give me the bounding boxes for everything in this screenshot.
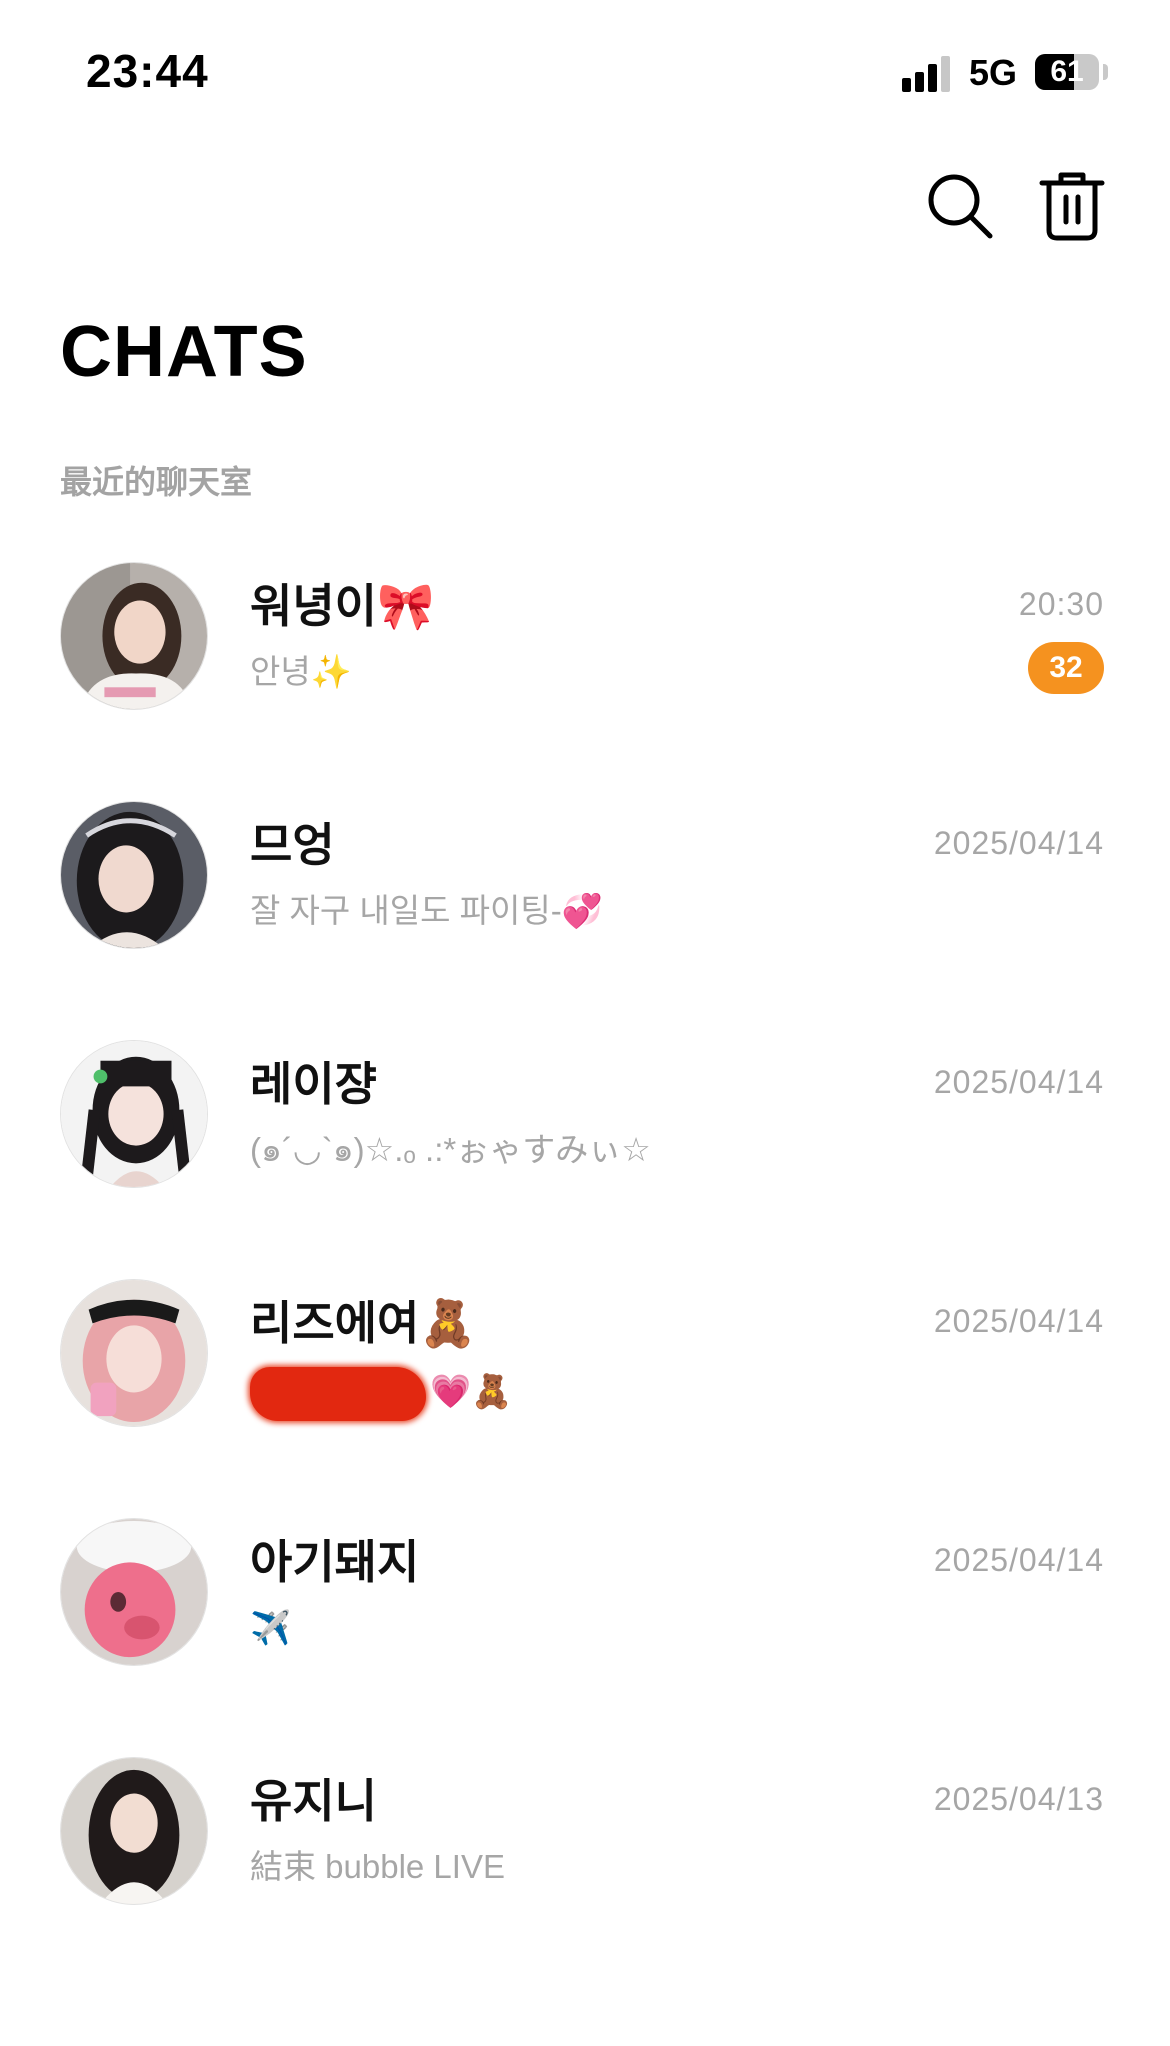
unread-badge: 32 xyxy=(1028,642,1104,694)
chat-row[interactable]: 아기돼지 ✈️ 2025/04/14 xyxy=(0,1508,1170,1747)
chat-name: 므엉 xyxy=(250,819,335,871)
chat-row[interactable]: 므엉 잘 자구 내일도 파이팅-💞 2025/04/14 xyxy=(0,791,1170,1030)
delete-button[interactable] xyxy=(1034,168,1110,244)
avatar xyxy=(60,801,208,949)
search-button[interactable] xyxy=(922,168,998,244)
chat-name: 레이쟝 xyxy=(250,1058,377,1110)
chat-preview: 💗🧸 xyxy=(250,1367,512,1421)
signal-strength-icon xyxy=(902,54,952,92)
chat-name: 아기돼지 xyxy=(250,1536,420,1588)
chat-preview: ✈️ xyxy=(250,1609,292,1646)
chat-row[interactable]: 리즈에여🧸 💗🧸 2025/04/14 xyxy=(0,1269,1170,1508)
page-title: CHATS xyxy=(60,312,308,392)
status-time: 23:44 xyxy=(86,45,209,97)
avatar xyxy=(60,1518,208,1666)
chat-list: 워녕이🎀 안녕✨ 20:30 32 므엉 잘 자구 내일도 파이팅-💞 2025… xyxy=(0,552,1170,1986)
trash-icon xyxy=(1039,172,1105,241)
section-label-recent: 最近的聊天室 xyxy=(60,464,253,500)
avatar xyxy=(60,562,208,710)
redacted-scribble xyxy=(250,1367,426,1421)
network-label: 5G xyxy=(969,52,1018,93)
chat-time: 20:30 xyxy=(1018,586,1104,622)
battery-percent: 61 xyxy=(1050,55,1084,88)
status-bar: 23:44 5G 61 xyxy=(0,0,1170,130)
battery-tip xyxy=(1103,64,1108,80)
chat-time: 2025/04/13 xyxy=(933,1781,1104,1817)
chat-preview: 結束 bubble LIVE xyxy=(250,1848,505,1885)
avatar xyxy=(60,1040,208,1188)
battery-icon: 61 xyxy=(1035,54,1099,90)
chat-row[interactable]: 워녕이🎀 안녕✨ 20:30 32 xyxy=(0,552,1170,791)
chat-name: 워녕이🎀 xyxy=(250,580,435,632)
avatar xyxy=(60,1757,208,1905)
chat-name: 리즈에여🧸 xyxy=(250,1297,477,1349)
search-icon xyxy=(928,174,993,239)
avatar xyxy=(60,1279,208,1427)
chats-screen: 23:44 5G 61 CHATS 最近的聊天室 워녕이🎀 안녕✨ 20:30 … xyxy=(0,0,1170,2046)
chat-time: 2025/04/14 xyxy=(933,1064,1104,1100)
chat-preview: 잘 자구 내일도 파이팅-💞 xyxy=(250,892,603,929)
chat-row[interactable]: 유지니 結束 bubble LIVE 2025/04/13 xyxy=(0,1747,1170,1986)
chat-time: 2025/04/14 xyxy=(933,825,1104,861)
chat-preview: 안녕✨ xyxy=(250,653,352,690)
chat-name: 유지니 xyxy=(250,1775,377,1827)
chat-time: 2025/04/14 xyxy=(933,1542,1104,1578)
chat-preview: (๑´◡`๑)☆.ₒ .:*ぉゃすみぃ☆ xyxy=(250,1131,651,1168)
chat-row[interactable]: 레이쟝 (๑´◡`๑)☆.ₒ .:*ぉゃすみぃ☆ 2025/04/14 xyxy=(0,1030,1170,1269)
chat-preview-text: 💗🧸 xyxy=(430,1372,513,1410)
chat-time: 2025/04/14 xyxy=(933,1303,1104,1339)
